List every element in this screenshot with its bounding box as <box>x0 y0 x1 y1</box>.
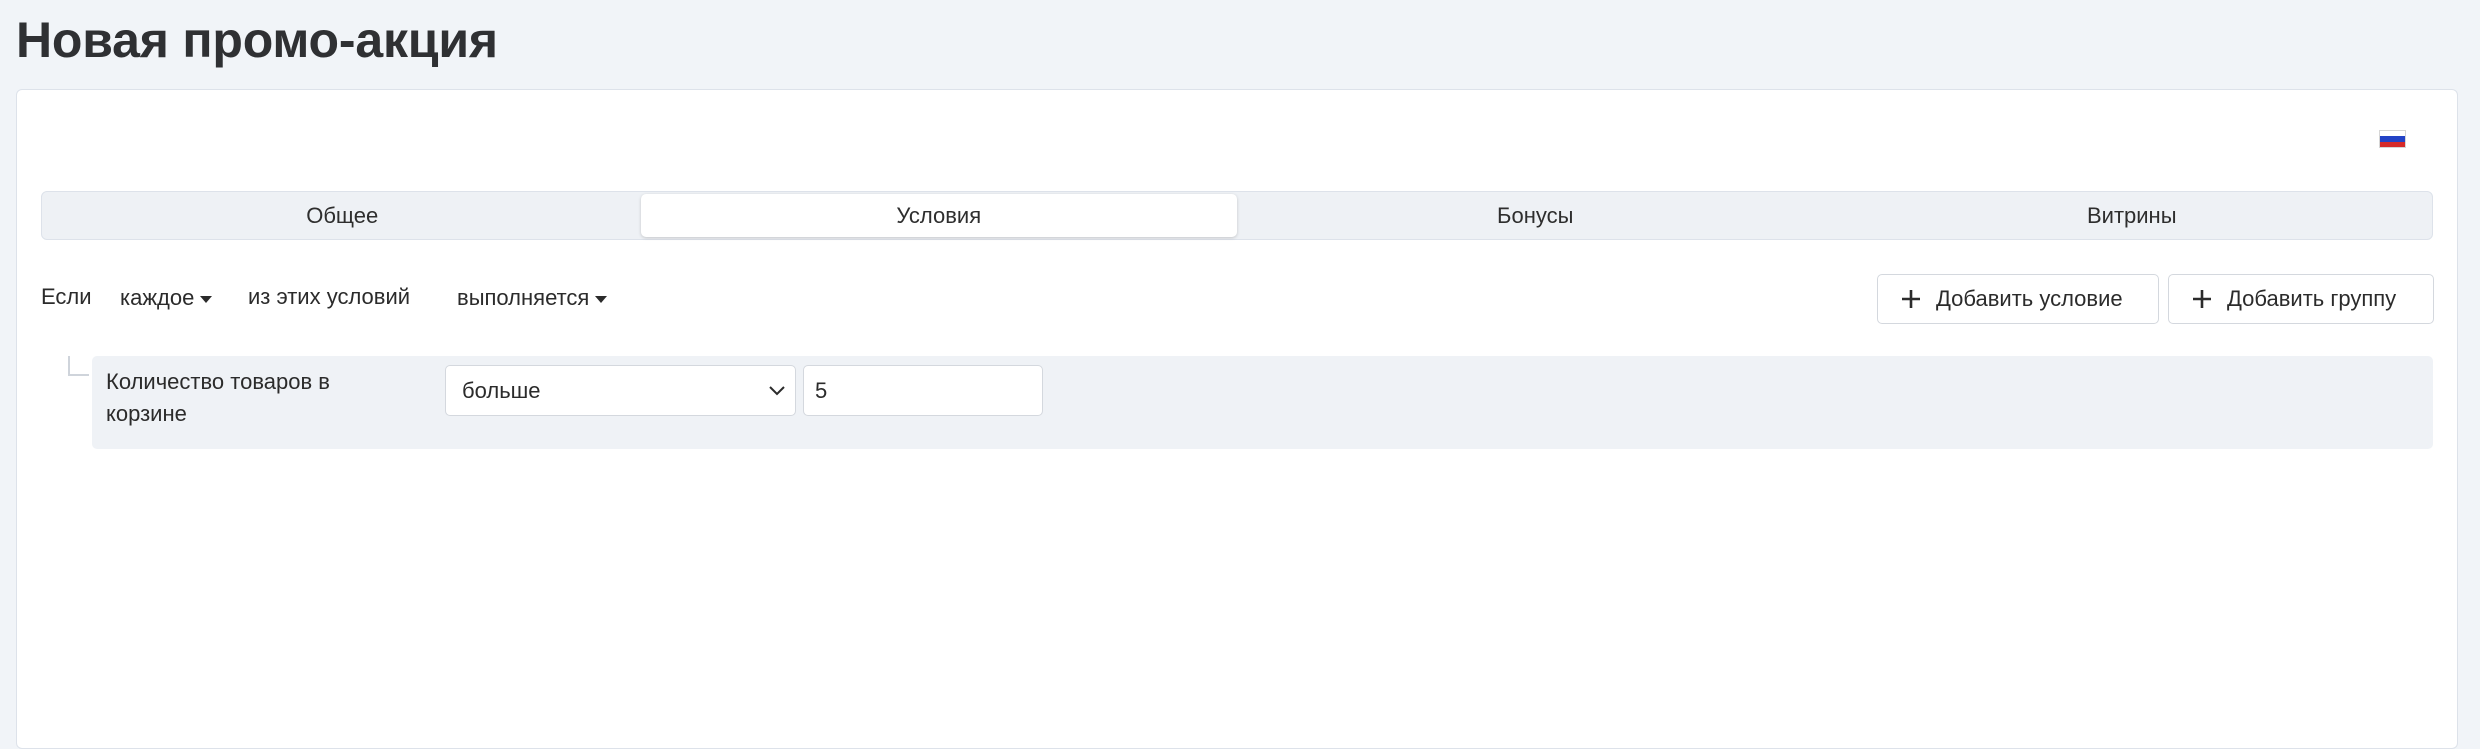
page-title: Новая промо-акция <box>16 12 498 68</box>
caret-down-icon <box>595 295 608 303</box>
plus-icon <box>1902 290 1920 308</box>
tab-showcases[interactable]: Витрины <box>1834 194 2431 237</box>
operator-select[interactable]: больше <box>445 365 796 416</box>
state-dropdown[interactable]: выполняется <box>457 283 608 313</box>
tree-connector <box>68 356 89 376</box>
caret-down-icon <box>200 295 213 303</box>
condition-label: Количество товаров в корзине <box>106 369 330 426</box>
add-condition-label: Добавить условие <box>1936 286 2123 311</box>
chevron-down-icon <box>769 386 785 396</box>
condition-row: Количество товаров в корзине больше <box>92 356 2433 449</box>
tab-conditions[interactable]: Условия <box>640 194 1237 237</box>
quantifier-value: каждое <box>120 285 195 310</box>
russia-flag-icon[interactable] <box>2379 130 2406 148</box>
tab-bar: Общее Условия Бонусы Витрины <box>41 191 2433 240</box>
add-group-label: Добавить группу <box>2227 286 2397 311</box>
operator-value: больше <box>462 377 541 403</box>
promo-card: Общее Условия Бонусы Витрины Если каждое… <box>16 89 2458 749</box>
tab-bonuses[interactable]: Бонусы <box>1237 194 1834 237</box>
state-value: выполняется <box>457 285 590 310</box>
if-label: Если <box>41 284 92 309</box>
tab-general[interactable]: Общее <box>44 194 641 237</box>
plus-icon <box>2193 290 2211 308</box>
quantifier-dropdown[interactable]: каждое <box>120 283 213 313</box>
add-condition-button[interactable]: Добавить условие <box>1877 274 2159 324</box>
add-group-button[interactable]: Добавить группу <box>2168 274 2434 324</box>
conditions-middle-label: из этих условий <box>248 284 411 309</box>
value-input[interactable] <box>803 365 1043 416</box>
